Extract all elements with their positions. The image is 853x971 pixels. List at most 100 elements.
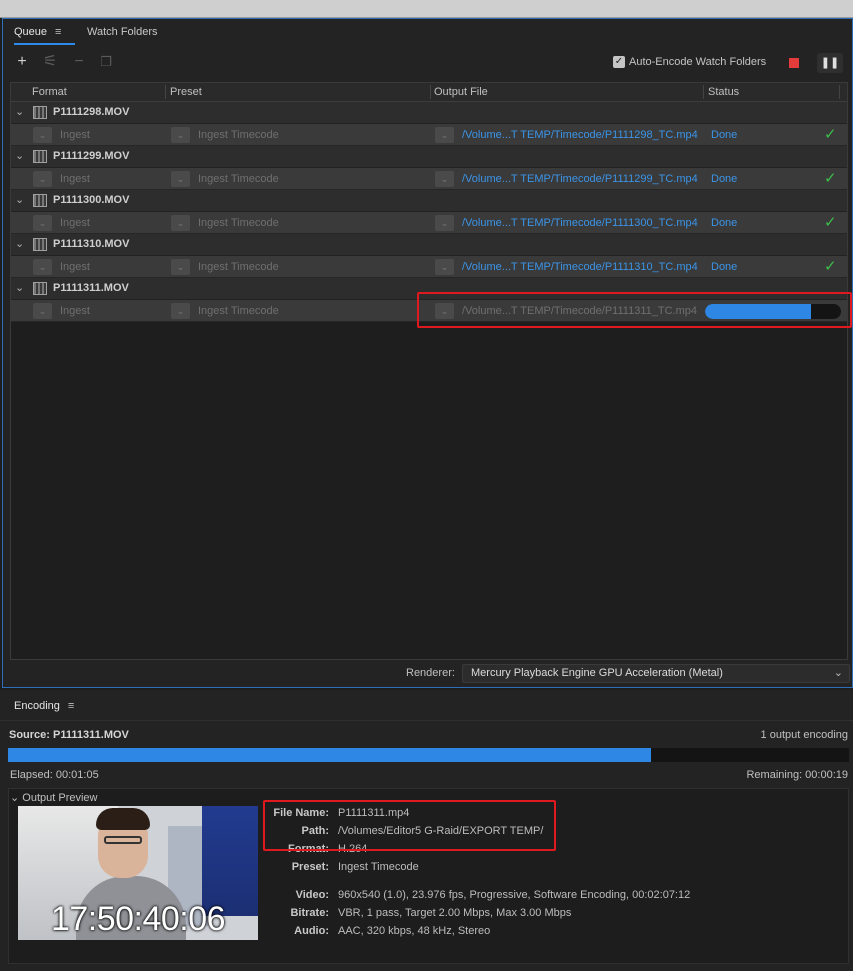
preset-value[interactable]: Ingest Timecode	[198, 261, 279, 273]
auto-encode-label: Auto-Encode Watch Folders	[629, 56, 767, 68]
divider	[0, 720, 853, 721]
annotation-highlight-path	[263, 800, 556, 851]
format-dropdown[interactable]: ⌄	[33, 259, 52, 275]
encoding-source: Source: P1111311.MOV	[9, 729, 129, 741]
window-top-strip	[0, 0, 853, 18]
output-file-link[interactable]: /Volume...T TEMP/Timecode/P1111300_TC.mp…	[462, 217, 698, 229]
meta-row-video: Video: 960x540 (1.0), 23.976 fps, Progre…	[259, 889, 849, 907]
chevron-down-icon[interactable]: ⌄	[15, 193, 24, 206]
status-text: Done	[711, 129, 738, 141]
queue-output-row[interactable]: ⌄ Ingest ⌄ Ingest Timecode ⌄ /Volume...T…	[11, 168, 847, 190]
format-dropdown[interactable]: ⌄	[33, 215, 52, 231]
renderer-dropdown[interactable]: Mercury Playback Engine GPU Acceleration…	[462, 664, 850, 683]
format-value[interactable]: Ingest	[60, 173, 90, 185]
film-clip-icon	[33, 106, 47, 119]
meta-value: VBR, 1 pass, Target 2.00 Mbps, Max 3.00 …	[338, 907, 572, 919]
source-name: P1111300.MOV	[53, 194, 130, 206]
source-name: P1111298.MOV	[53, 106, 130, 118]
chevron-down-icon[interactable]: ⌄	[15, 149, 24, 162]
pause-queue-button[interactable]: ❚❚	[817, 53, 843, 73]
queue-source-row[interactable]: ⌄ P1111298.MOV	[11, 102, 847, 124]
panel-menu-icon[interactable]: ≡	[68, 700, 74, 712]
format-dropdown[interactable]: ⌄	[33, 303, 52, 319]
preset-dropdown[interactable]: ⌄	[171, 127, 190, 143]
queue-table: Format Preset Output File Status ⌄ P1111…	[10, 82, 848, 660]
format-value[interactable]: Ingest	[60, 217, 90, 229]
annotation-highlight-progress	[417, 292, 852, 328]
stop-queue-button[interactable]	[789, 58, 799, 68]
format-dropdown[interactable]: ⌄	[33, 127, 52, 143]
column-divider[interactable]	[703, 85, 704, 99]
queue-output-row[interactable]: ⌄ Ingest ⌄ Ingest Timecode ⌄ /Volume...T…	[11, 212, 847, 234]
output-dropdown[interactable]: ⌄	[435, 259, 454, 275]
preset-value[interactable]: Ingest Timecode	[198, 305, 279, 317]
remove-icon[interactable]: −	[70, 53, 88, 71]
column-divider[interactable]	[430, 85, 431, 99]
done-check-icon: ✓	[824, 170, 837, 187]
tab-encoding[interactable]: Encoding ≡	[14, 700, 74, 712]
film-clip-icon	[33, 150, 47, 163]
meta-value: 960x540 (1.0), 23.976 fps, Progressive, …	[338, 889, 691, 901]
film-clip-icon	[33, 282, 47, 295]
tab-queue[interactable]: Queue ≡	[14, 26, 77, 45]
preset-value[interactable]: Ingest Timecode	[198, 129, 279, 141]
preset-dropdown[interactable]: ⌄	[171, 303, 190, 319]
format-value[interactable]: Ingest	[60, 261, 90, 273]
column-divider[interactable]	[839, 85, 840, 99]
queue-output-row[interactable]: ⌄ Ingest ⌄ Ingest Timecode ⌄ /Volume...T…	[11, 256, 847, 278]
film-clip-icon	[33, 194, 47, 207]
add-source-icon[interactable]: +	[13, 53, 31, 71]
preset-dropdown[interactable]: ⌄	[171, 215, 190, 231]
meta-row-preset: Preset: Ingest Timecode	[259, 861, 849, 879]
column-headers: Format Preset Output File Status	[11, 83, 847, 102]
tab-watch-folders[interactable]: Watch Folders	[87, 26, 158, 38]
output-preview-label: Output Preview	[22, 792, 98, 804]
preset-dropdown[interactable]: ⌄	[171, 171, 190, 187]
output-dropdown[interactable]: ⌄	[435, 215, 454, 231]
output-file-link[interactable]: /Volume...T TEMP/Timecode/P1111310_TC.mp…	[462, 261, 698, 273]
preset-value[interactable]: Ingest Timecode	[198, 217, 279, 229]
elapsed-time: Elapsed: 00:01:05	[10, 769, 99, 781]
status-text: Done	[711, 217, 738, 229]
format-dropdown[interactable]: ⌄	[33, 171, 52, 187]
chevron-down-icon[interactable]: ⌄	[15, 237, 24, 250]
queue-source-row[interactable]: ⌄ P1111300.MOV	[11, 190, 847, 212]
column-header-status[interactable]: Status	[708, 86, 739, 98]
format-value[interactable]: Ingest	[60, 129, 90, 141]
output-preview-toggle[interactable]: ⌄ Output Preview	[10, 791, 97, 804]
duplicate-icon[interactable]: ❐	[97, 53, 115, 71]
meta-row-audio: Audio: AAC, 320 kbps, 48 kHz, Stereo	[259, 925, 849, 943]
column-header-preset[interactable]: Preset	[170, 86, 202, 98]
auto-encode-checkbox[interactable]: ✓	[613, 56, 625, 68]
film-clip-icon	[33, 238, 47, 251]
column-header-output-file[interactable]: Output File	[434, 86, 488, 98]
renderer-label: Renderer:	[406, 667, 455, 679]
auto-encode-toggle[interactable]: ✓ Auto-Encode Watch Folders	[613, 56, 766, 68]
meta-key: Audio:	[294, 925, 329, 937]
preset-value[interactable]: Ingest Timecode	[198, 173, 279, 185]
meta-key: Video:	[295, 889, 329, 901]
preview-thumbnail: 17:50:40:06	[18, 806, 258, 940]
queue-source-row[interactable]: ⌄ P1111299.MOV	[11, 146, 847, 168]
format-value[interactable]: Ingest	[60, 305, 90, 317]
queue-output-row[interactable]: ⌄ Ingest ⌄ Ingest Timecode ⌄ /Volume...T…	[11, 124, 847, 146]
meta-key: Preset:	[291, 861, 329, 873]
encoding-progress-bar	[8, 748, 849, 762]
output-file-link[interactable]: /Volume...T TEMP/Timecode/P1111299_TC.mp…	[462, 173, 698, 185]
column-divider[interactable]	[165, 85, 166, 99]
chevron-down-icon[interactable]: ⌄	[15, 105, 24, 118]
output-file-link[interactable]: /Volume...T TEMP/Timecode/P1111298_TC.mp…	[462, 129, 698, 141]
meta-value: AAC, 320 kbps, 48 kHz, Stereo	[338, 925, 491, 937]
output-dropdown[interactable]: ⌄	[435, 127, 454, 143]
settings-sliders-icon[interactable]: ⚟	[41, 53, 59, 71]
chevron-down-icon[interactable]: ⌄	[10, 792, 19, 804]
timecode-overlay: 17:50:40:06	[50, 900, 226, 938]
output-dropdown[interactable]: ⌄	[435, 171, 454, 187]
tab-watch-folders-label: Watch Folders	[87, 26, 158, 38]
preset-dropdown[interactable]: ⌄	[171, 259, 190, 275]
panel-menu-icon[interactable]: ≡	[55, 26, 61, 38]
queue-source-row[interactable]: ⌄ P1111310.MOV	[11, 234, 847, 256]
chevron-down-icon[interactable]: ⌄	[15, 281, 24, 294]
column-header-format[interactable]: Format	[32, 86, 67, 98]
panel-tabs: Queue ≡ Watch Folders	[3, 19, 852, 47]
